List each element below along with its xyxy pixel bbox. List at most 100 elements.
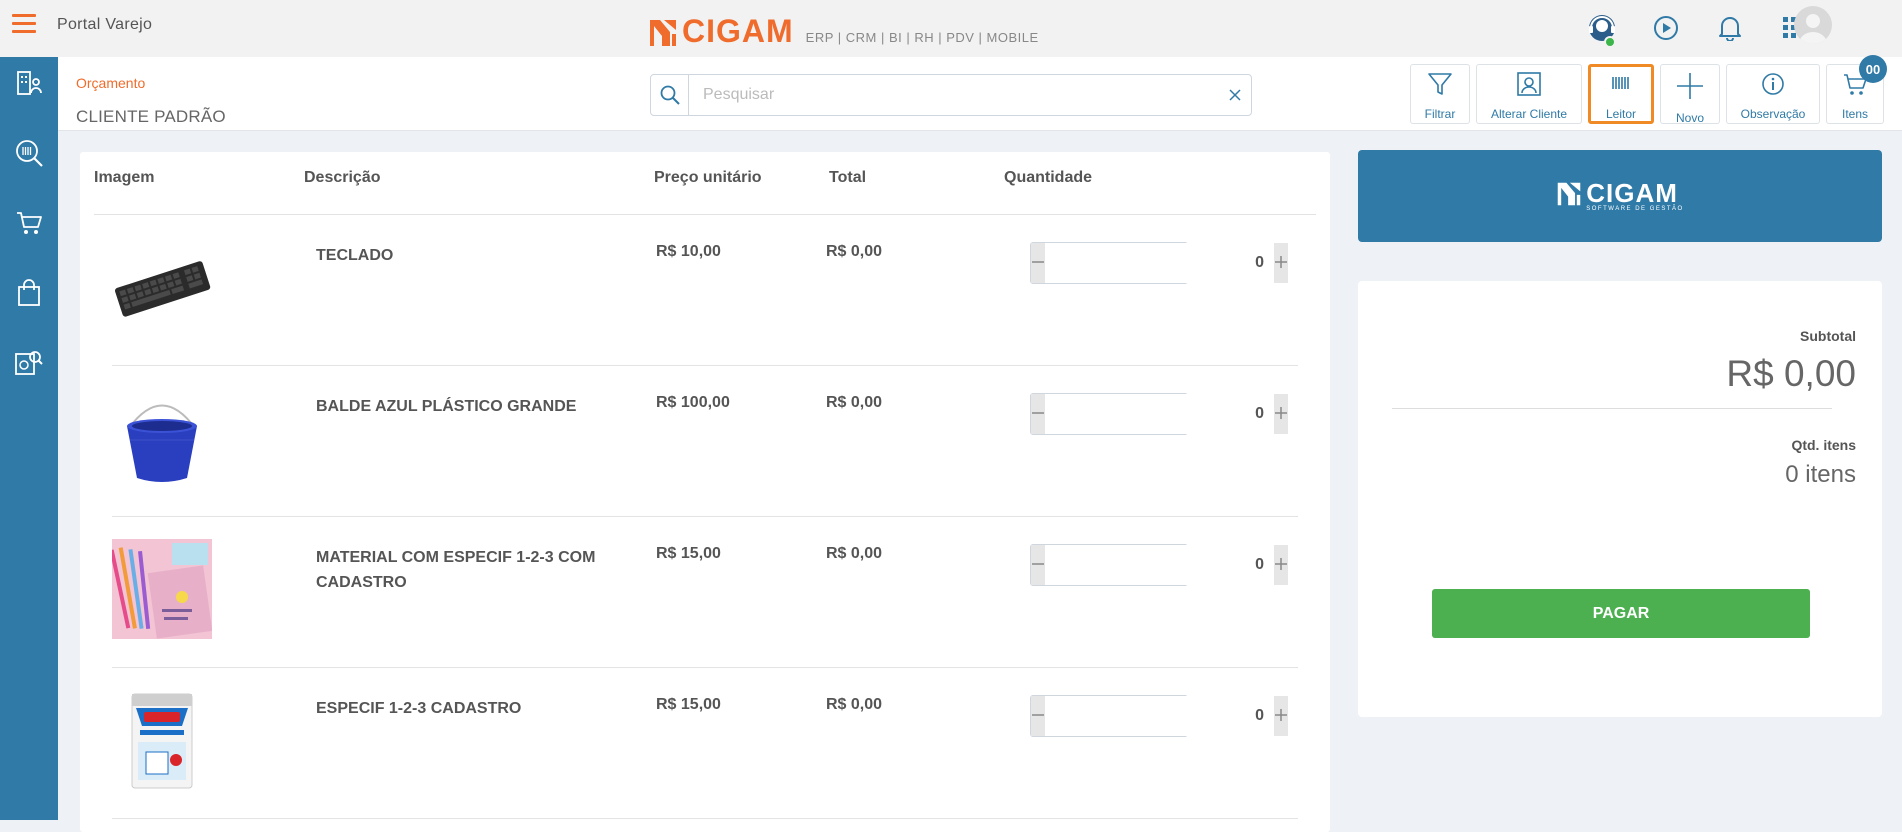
avatar[interactable]	[1794, 6, 1832, 44]
menu-icon[interactable]	[12, 14, 36, 34]
increment-button[interactable]	[1274, 696, 1288, 736]
column-header-description: Descrição	[304, 169, 381, 186]
items-count-badge: 00	[1859, 55, 1887, 83]
product-name: BALDE AZUL PLÁSTICO GRANDE	[316, 398, 577, 415]
cigam-logo-icon	[648, 18, 678, 48]
items-button[interactable]: Itens 00	[1826, 55, 1887, 124]
decrement-button[interactable]	[1031, 394, 1045, 434]
column-header-total: Total	[829, 169, 867, 186]
summary-divider	[1392, 408, 1832, 409]
stationery-image	[112, 539, 212, 639]
sidebar-item-reports[interactable]	[0, 343, 58, 387]
report-search-icon	[14, 348, 44, 383]
column-header-image: Imagem	[94, 169, 155, 186]
building-user-icon	[15, 69, 43, 102]
banner-tagline: SOFTWARE DE GESTÃO	[1586, 206, 1684, 212]
plus-icon	[1274, 554, 1288, 577]
order-summary: Subtotal R$ 0,00 Qtd. itens 0 itens PAGA…	[1358, 281, 1882, 717]
brand-banner: CIGAM SOFTWARE DE GESTÃO	[1358, 150, 1882, 242]
quantity-input[interactable]	[1045, 545, 1274, 585]
plus-icon	[1274, 705, 1288, 728]
decrement-button[interactable]	[1031, 696, 1045, 736]
decrement-button[interactable]	[1031, 545, 1045, 585]
table-row[interactable]: BALDE AZUL PLÁSTICO GRANDE R$ 100,00 R$ …	[112, 366, 1298, 517]
quantity-stepper	[1030, 544, 1288, 586]
product-table: Imagem Descrição Preço unitário Total Qu…	[80, 152, 1330, 832]
support-agent-icon[interactable]	[1584, 10, 1620, 48]
quantity-input[interactable]	[1045, 243, 1274, 283]
bucket-image	[112, 388, 212, 488]
note-button[interactable]: Observação	[1726, 64, 1820, 124]
total-price: R$ 0,00	[826, 545, 883, 562]
pay-button[interactable]: PAGAR	[1432, 589, 1810, 638]
minus-icon	[1031, 554, 1045, 577]
quantity-stepper	[1030, 695, 1288, 737]
plus-icon	[1274, 252, 1288, 275]
qty-items-value: 0 itens	[1785, 461, 1856, 488]
total-price: R$ 0,00	[826, 696, 883, 713]
reader-button[interactable]: Leitor	[1588, 64, 1654, 124]
contact-card-icon	[1516, 71, 1542, 102]
search-bar	[650, 74, 1252, 116]
filter-label: Filtrar	[1424, 107, 1456, 121]
unit-price: R$ 15,00	[656, 545, 721, 562]
bell-icon[interactable]	[1712, 10, 1748, 46]
items-label: Itens	[1841, 107, 1868, 121]
search-icon[interactable]	[651, 75, 689, 115]
table-row[interactable]: ESPECIF 1-2-3 CADASTRO R$ 15,00 R$ 0,00	[112, 668, 1298, 819]
top-bar: Portal Varejo CIGAM ERP | CRM | BI | RH …	[0, 0, 1902, 57]
total-price: R$ 0,00	[826, 243, 883, 260]
breadcrumb[interactable]: Orçamento	[76, 75, 145, 91]
sidebar-item-cart[interactable]	[0, 203, 58, 247]
total-price: R$ 0,00	[826, 394, 883, 411]
page-header: Orçamento CLIENTE PADRÃO Filtrar Alterar…	[58, 55, 1902, 131]
client-name: CLIENTE PADRÃO	[76, 107, 226, 126]
product-name: TECLADO	[316, 247, 394, 264]
unit-price: R$ 100,00	[656, 394, 730, 411]
increment-button[interactable]	[1274, 243, 1288, 283]
filter-icon	[1427, 71, 1453, 102]
clear-search-icon[interactable]	[1219, 75, 1251, 115]
filter-button[interactable]: Filtrar	[1410, 64, 1470, 124]
plus-icon	[1675, 71, 1705, 106]
search-input[interactable]	[689, 76, 1219, 114]
brand-name: CIGAM	[682, 13, 794, 49]
increment-button[interactable]	[1274, 545, 1288, 585]
brand-logo: CIGAM ERP | CRM | BI | RH | PDV | MOBILE	[648, 8, 1039, 48]
column-header-unit-price: Preço unitário	[654, 169, 762, 186]
new-label: Novo	[1675, 111, 1704, 125]
quantity-input[interactable]	[1045, 394, 1274, 434]
quantity-stepper	[1030, 393, 1288, 435]
app-title: Portal Varejo	[57, 16, 153, 33]
banner-text: CIGAM SOFTWARE DE GESTÃO	[1586, 180, 1683, 212]
product-name: ESPECIF 1-2-3 CADASTRO	[316, 700, 522, 717]
paint-can-image	[112, 690, 212, 790]
change-client-button[interactable]: Alterar Cliente	[1476, 64, 1582, 124]
banner-brand-name: CIGAM	[1586, 178, 1678, 208]
brand-modules: ERP | CRM | BI | RH | PDV | MOBILE	[805, 30, 1039, 45]
qty-items-label: Qtd. itens	[1791, 437, 1856, 453]
table-row[interactable]: TECLADO R$ 10,00 R$ 0,00	[112, 215, 1298, 366]
quantity-stepper	[1030, 242, 1288, 284]
keyboard-image	[112, 237, 212, 337]
decrement-button[interactable]	[1031, 243, 1045, 283]
cart-icon	[15, 209, 43, 242]
column-header-quantity: Quantidade	[1004, 169, 1093, 186]
play-icon[interactable]	[1648, 10, 1684, 46]
new-button[interactable]: Novo	[1660, 64, 1720, 125]
top-icon-bar	[1584, 10, 1812, 48]
barcode-search-icon	[14, 138, 44, 173]
info-icon	[1760, 71, 1786, 102]
sidebar-item-clients[interactable]	[0, 63, 58, 107]
subtotal-label: Subtotal	[1800, 328, 1856, 344]
action-toolbar: Filtrar Alterar Cliente Leitor Novo Obse…	[1410, 55, 1887, 125]
table-row[interactable]: MATERIAL COM ESPECIF 1-2-3 COM CADASTRO …	[112, 517, 1298, 668]
sidebar	[0, 57, 58, 820]
minus-icon	[1031, 252, 1045, 275]
sidebar-item-reader[interactable]	[0, 133, 58, 177]
sidebar-item-orders[interactable]	[0, 273, 58, 317]
quantity-input[interactable]	[1045, 696, 1274, 736]
increment-button[interactable]	[1274, 394, 1288, 434]
note-label: Observação	[1740, 107, 1806, 121]
reader-label: Leitor	[1605, 107, 1637, 121]
